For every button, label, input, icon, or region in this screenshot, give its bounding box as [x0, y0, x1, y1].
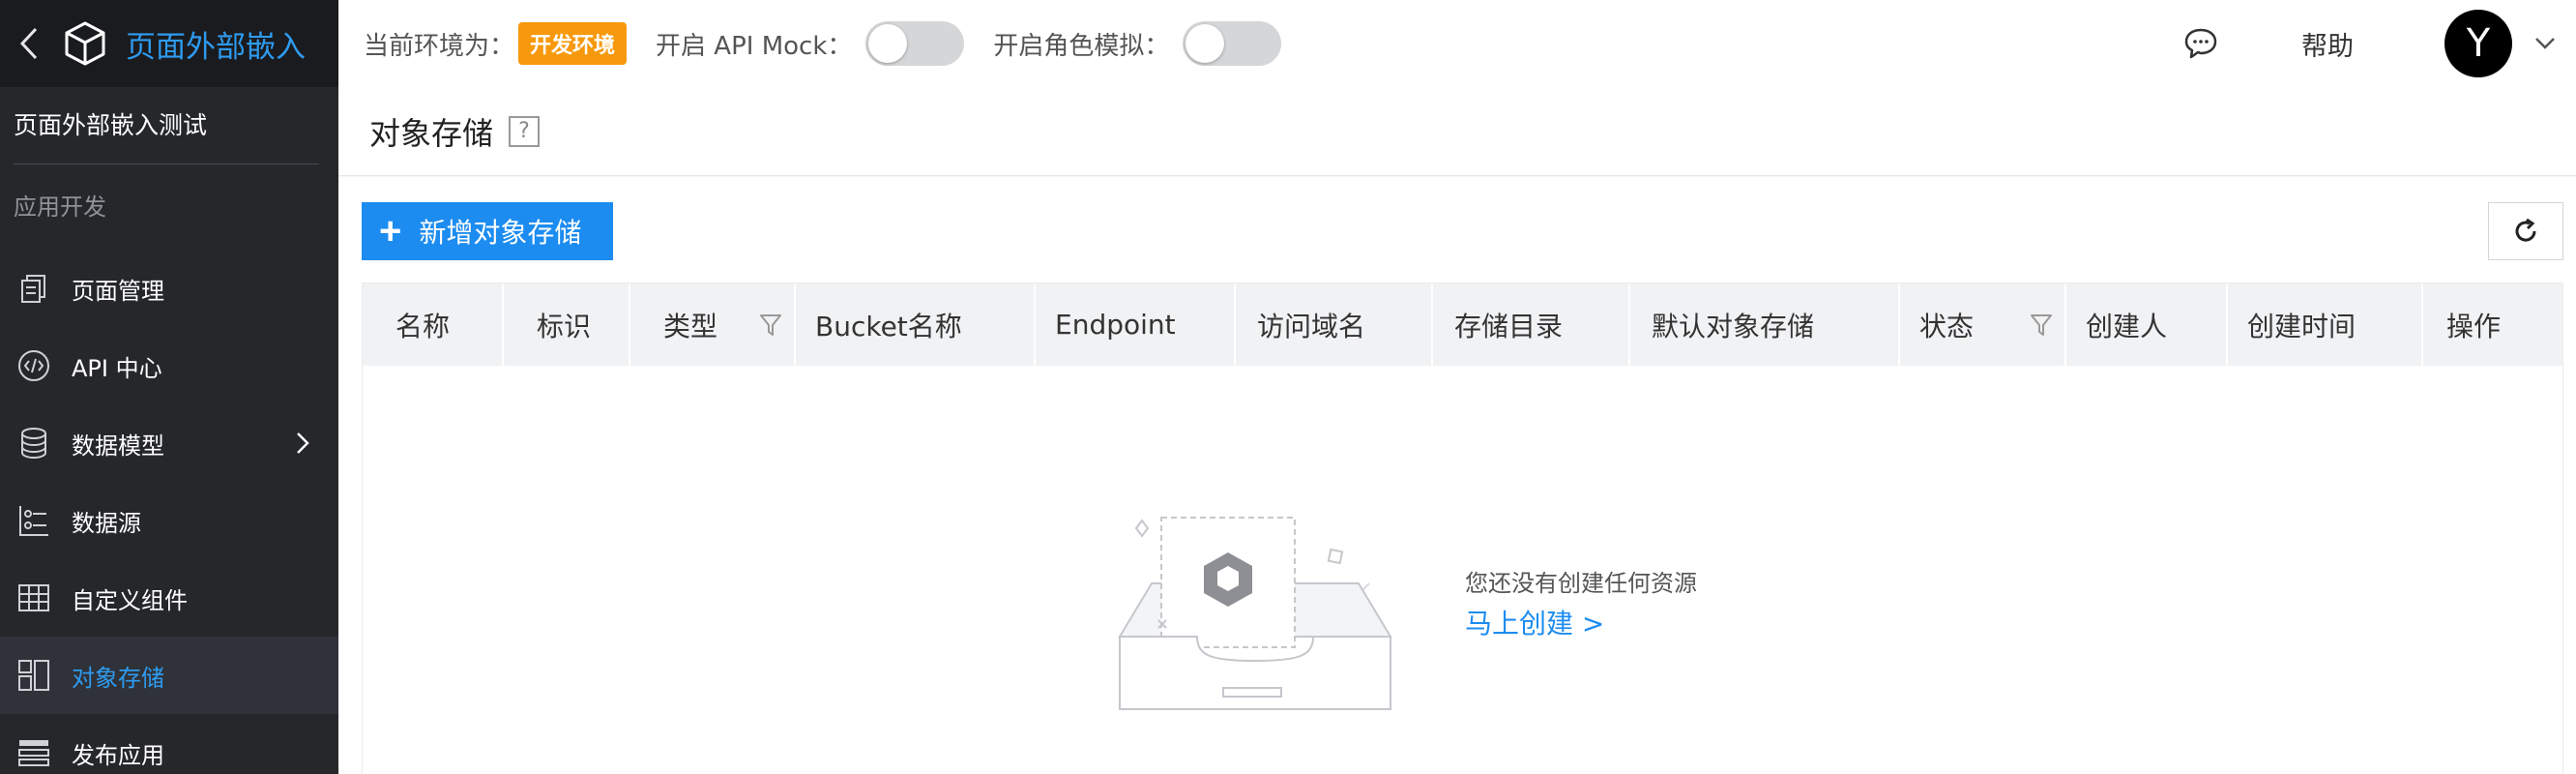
role-sim-toggle[interactable]	[1183, 21, 1282, 66]
sidebar-item-label: 页面管理	[72, 277, 164, 305]
api-icon	[16, 348, 51, 383]
column-header-domain: 访问域名	[1236, 283, 1433, 366]
cube-icon	[65, 21, 105, 66]
column-label: 状态	[1919, 310, 1975, 342]
column-header-status[interactable]: 状态	[1900, 283, 2066, 366]
column-label: 类型	[663, 310, 718, 342]
app-name[interactable]: 页面外部嵌入	[126, 22, 306, 66]
sidebar-item-page-management[interactable]: 页面管理	[0, 250, 338, 327]
column-header-creator: 创建人	[2066, 283, 2228, 366]
avatar[interactable]: Y	[2444, 10, 2512, 77]
filter-icon[interactable]	[2030, 313, 2053, 338]
help-link[interactable]: 帮助	[2301, 25, 2354, 63]
help-question-icon[interactable]: ?	[509, 115, 541, 147]
table-header: 名称 标识 类型 Bucket名称 Endpoint 访问域名 存储目录 默认对…	[363, 283, 2562, 366]
chevron-right-icon	[297, 432, 309, 454]
filter-icon[interactable]	[759, 313, 782, 338]
storage-icon	[16, 658, 51, 693]
plus-icon: +	[379, 210, 402, 253]
sidebar-item-publish[interactable]: 发布应用	[0, 714, 338, 774]
column-header-identifier: 标识	[504, 283, 630, 366]
database-icon	[16, 426, 51, 461]
storage-table: 名称 标识 类型 Bucket名称 Endpoint 访问域名 存储目录 默认对…	[362, 283, 2563, 774]
topbar-right: 帮助 Y	[2183, 0, 2576, 87]
sidebar-header: 页面外部嵌入	[0, 0, 338, 87]
component-icon	[16, 580, 51, 615]
sidebar-item-custom-component[interactable]: 自定义组件	[0, 559, 338, 637]
sidebar-item-data-model[interactable]: 数据模型	[0, 404, 338, 482]
page-header: 对象存储 ?	[338, 87, 2576, 176]
sidebar-item-datasource[interactable]: 数据源	[0, 482, 338, 559]
topbar: 当前环境为： 开发环境 开启 API Mock： 开启角色模拟： 帮助 Y	[338, 0, 2576, 87]
main-content: + 新增对象存储 名称 标识 类型 Bucket名称 Endpoint 访问域名…	[338, 177, 2576, 774]
chat-icon[interactable]	[2183, 27, 2218, 60]
sidebar-item-label: 数据模型	[72, 432, 164, 460]
add-button-label: 新增对象存储	[419, 218, 582, 248]
api-mock-toggle[interactable]	[865, 21, 965, 66]
create-now-link[interactable]: 马上创建 >	[1465, 603, 1604, 641]
column-header-type[interactable]: 类型	[630, 283, 796, 366]
sidebar: 页面外部嵌入 页面外部嵌入测试 应用开发 页面管理 API 中心 数据模型 数据…	[0, 0, 338, 774]
column-header-name: 名称	[363, 283, 504, 366]
page-icon	[16, 271, 51, 306]
empty-state: 您还没有创建任何资源 马上创建 >	[363, 366, 2562, 774]
api-mock-label: 开启 API Mock：	[656, 31, 853, 61]
env-label: 当前环境为：	[364, 31, 515, 61]
nav-group-label: 应用开发	[14, 194, 106, 221]
column-header-default: 默认对象存储	[1630, 283, 1900, 366]
project-name: 页面外部嵌入测试	[0, 87, 338, 164]
column-header-actions: 操作	[2446, 310, 2502, 342]
page-title: 对象存储	[369, 114, 494, 152]
column-header-created-time: 创建时间	[2228, 283, 2423, 366]
sidebar-item-label: 发布应用	[72, 741, 164, 769]
sidebar-item-label: API 中心	[72, 354, 162, 382]
add-object-storage-button[interactable]: + 新增对象存储	[362, 202, 613, 260]
column-header-endpoint: Endpoint	[1036, 283, 1236, 366]
sidebar-item-label: 数据源	[72, 509, 141, 537]
role-sim-label: 开启角色模拟：	[993, 31, 1170, 61]
publish-icon	[16, 735, 51, 770]
datasource-icon	[16, 503, 51, 538]
back-button[interactable]	[0, 0, 58, 87]
sidebar-item-label: 自定义组件	[72, 586, 188, 614]
env-badge: 开发环境	[518, 22, 628, 65]
column-header-bucket: Bucket名称	[796, 283, 1036, 366]
empty-box-illustration	[1118, 517, 1392, 710]
chevron-down-icon[interactable]	[2533, 36, 2557, 51]
column-header-directory: 存储目录	[1433, 283, 1630, 366]
sidebar-item-label: 对象存储	[72, 664, 164, 692]
sidebar-item-api-center[interactable]: API 中心	[0, 327, 338, 404]
empty-message: 您还没有创建任何资源	[1465, 570, 1697, 597]
refresh-icon	[2515, 218, 2536, 242]
sidebar-item-object-storage[interactable]: 对象存储	[0, 637, 338, 714]
chevron-left-icon	[19, 27, 38, 60]
refresh-button[interactable]	[2488, 202, 2563, 260]
